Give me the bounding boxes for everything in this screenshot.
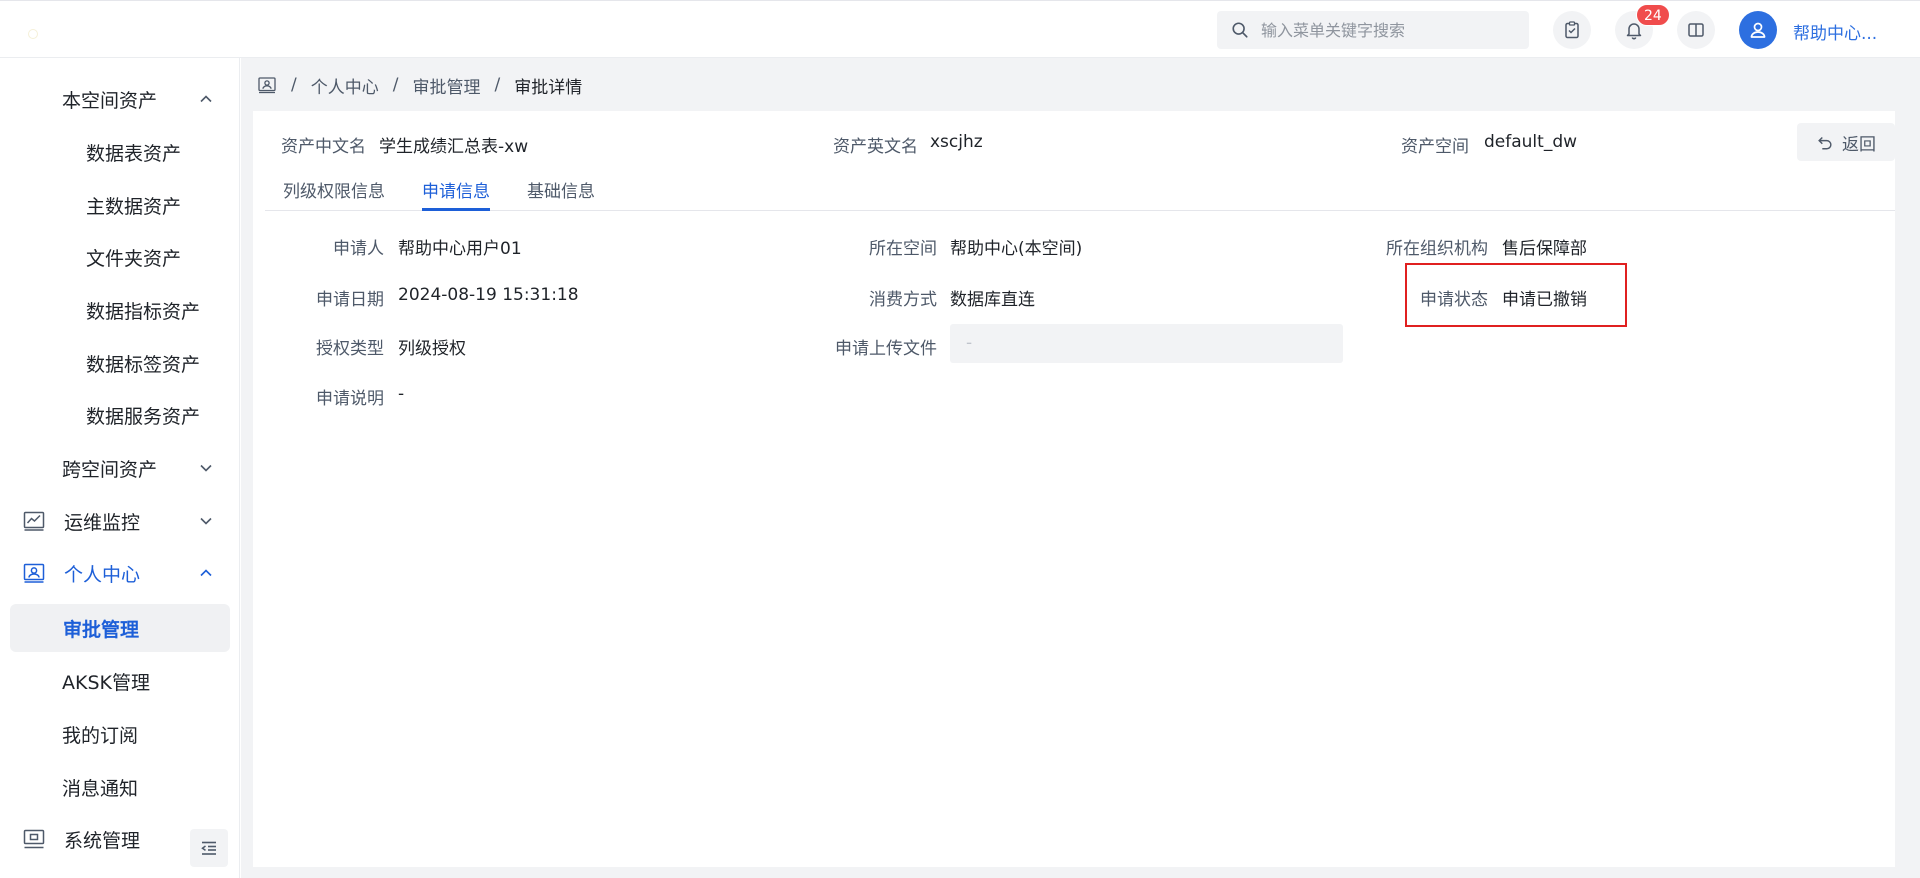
upload-file-field: - — [950, 324, 1343, 363]
collapse-sidebar-button[interactable] — [190, 829, 228, 867]
org-label: 所在组织机构 — [1386, 239, 1488, 259]
sidebar-item-master-data-assets[interactable]: 主数据资产 — [0, 181, 240, 229]
top-header: 24 帮助中心... — [0, 0, 1920, 58]
sidebar-item-metric-assets[interactable]: 数据指标资产 — [0, 286, 240, 334]
sidebar-item-local-assets[interactable]: 本空间资产 — [0, 75, 240, 123]
sidebar-item-aksk-management[interactable]: AKSK管理 — [0, 657, 240, 705]
active-tab-indicator — [422, 208, 490, 211]
auth-type-label: 授权类型 — [316, 339, 384, 359]
search-icon — [1232, 22, 1248, 38]
sidebar-item-label: 跨空间资产 — [62, 458, 158, 481]
asset-cn-name-label: 资产中文名 — [281, 137, 366, 157]
sidebar-item-label: 审批管理 — [63, 618, 140, 641]
tab-column-permission[interactable]: 列级权限信息 — [283, 177, 385, 202]
applicant-label: 申请人 — [333, 239, 384, 259]
sidebar-item-label: 数据表资产 — [86, 142, 182, 165]
apply-date-label: 申请日期 — [316, 290, 384, 310]
user-card-icon — [23, 563, 45, 583]
asset-space-label: 资产空间 — [1401, 137, 1469, 157]
sidebar-item-label: 个人中心 — [64, 563, 141, 586]
breadcrumb-separator: / — [291, 75, 297, 95]
sidebar-item-system-management[interactable]: 系统管理 — [0, 815, 180, 863]
detail-card — [253, 111, 1895, 867]
sidebar-item-ops-monitor[interactable]: 运维监控 — [0, 497, 240, 545]
sidebar: 本空间资产 数据表资产 主数据资产 文件夹资产 数据指标资产 数据标签资产 数据… — [0, 58, 240, 878]
sidebar-item-label: 主数据资产 — [86, 195, 182, 218]
breadcrumb: / 个人中心 / 审批管理 / 审批详情 — [257, 72, 582, 98]
breadcrumb-personal-center[interactable]: 个人中心 — [311, 73, 379, 98]
chevron-down-icon — [200, 464, 212, 472]
sidebar-item-label: 我的订阅 — [62, 724, 139, 747]
consume-method-value: 数据库直连 — [950, 290, 1035, 310]
tabs-divider — [265, 210, 1895, 211]
sidebar-item-notifications[interactable]: 消息通知 — [0, 763, 240, 811]
space-value: 帮助中心(本空间) — [950, 239, 1083, 259]
applicant-value: 帮助中心用户01 — [398, 239, 522, 259]
breadcrumb-approval-management[interactable]: 审批管理 — [412, 73, 480, 98]
sidebar-item-approval-management[interactable]: 审批管理 — [10, 604, 230, 652]
status-highlight-box — [1405, 263, 1627, 327]
breadcrumb-approval-detail: 审批详情 — [514, 77, 583, 98]
consume-method-label: 消费方式 — [869, 290, 937, 310]
notification-badge: 24 — [1636, 4, 1670, 26]
asset-en-name-label: 资产英文名 — [833, 137, 918, 157]
user-name[interactable]: 帮助中心... — [1793, 19, 1877, 44]
sidebar-item-label: AKSK管理 — [62, 671, 150, 694]
breadcrumb-separator: / — [392, 75, 399, 95]
apply-date-value: 2024-08-19 15:31:18 — [398, 285, 579, 305]
sidebar-item-tag-assets[interactable]: 数据标签资产 — [0, 339, 240, 387]
undo-icon — [1818, 136, 1832, 150]
tab-basic-info[interactable]: 基础信息 — [527, 177, 595, 202]
back-button-label: 返回 — [1842, 134, 1876, 155]
menu-fold-icon — [201, 841, 216, 855]
menu-search[interactable] — [1217, 11, 1529, 49]
chevron-up-icon — [200, 569, 212, 577]
description-value: - — [398, 384, 405, 404]
sidebar-item-label: 运维监控 — [64, 511, 141, 534]
asset-cn-name-value: 学生成绩汇总表-xw — [379, 137, 529, 157]
sidebar-item-label: 消息通知 — [62, 777, 139, 800]
sidebar-item-service-assets[interactable]: 数据服务资产 — [0, 391, 240, 439]
tab-application-info[interactable]: 申请信息 — [422, 177, 490, 202]
sidebar-item-label: 系统管理 — [64, 829, 141, 852]
sidebar-item-cross-space-assets[interactable]: 跨空间资产 — [0, 444, 240, 492]
chart-icon — [23, 511, 45, 531]
help-doc-button[interactable] — [1677, 11, 1715, 49]
sidebar-item-folder-assets[interactable]: 文件夹资产 — [0, 233, 240, 281]
upload-file-label: 申请上传文件 — [835, 339, 937, 359]
description-label: 申请说明 — [316, 389, 384, 409]
task-icon-button[interactable] — [1553, 11, 1591, 49]
asset-en-name-value: xscjhz — [930, 132, 983, 152]
user-icon — [1750, 22, 1766, 38]
logo — [28, 29, 38, 39]
chevron-down-icon — [200, 517, 212, 525]
sidebar-item-table-assets[interactable]: 数据表资产 — [0, 128, 240, 176]
sidebar-item-personal-center[interactable]: 个人中心 — [0, 549, 240, 597]
book-icon — [1688, 23, 1704, 37]
sidebar-item-label: 数据服务资产 — [86, 405, 201, 428]
asset-space-value: default_dw — [1484, 132, 1578, 152]
sidebar-item-my-subscriptions[interactable]: 我的订阅 — [0, 710, 240, 758]
sidebar-item-label: 文件夹资产 — [86, 247, 182, 270]
breadcrumb-separator: / — [494, 75, 501, 95]
sidebar-item-label: 数据指标资产 — [86, 300, 201, 323]
auth-type-value: 列级授权 — [398, 339, 466, 359]
monitor-icon — [23, 829, 45, 849]
search-input[interactable] — [1261, 20, 1511, 40]
sidebar-item-label: 数据标签资产 — [86, 353, 201, 376]
clipboard-icon — [1565, 21, 1579, 39]
chevron-up-icon — [200, 95, 212, 103]
user-card-icon — [258, 77, 276, 94]
space-label: 所在空间 — [869, 239, 937, 259]
sidebar-item-label: 本空间资产 — [62, 89, 158, 112]
org-value: 售后保障部 — [1502, 239, 1587, 259]
back-button[interactable]: 返回 — [1797, 123, 1895, 161]
avatar[interactable] — [1739, 11, 1777, 49]
